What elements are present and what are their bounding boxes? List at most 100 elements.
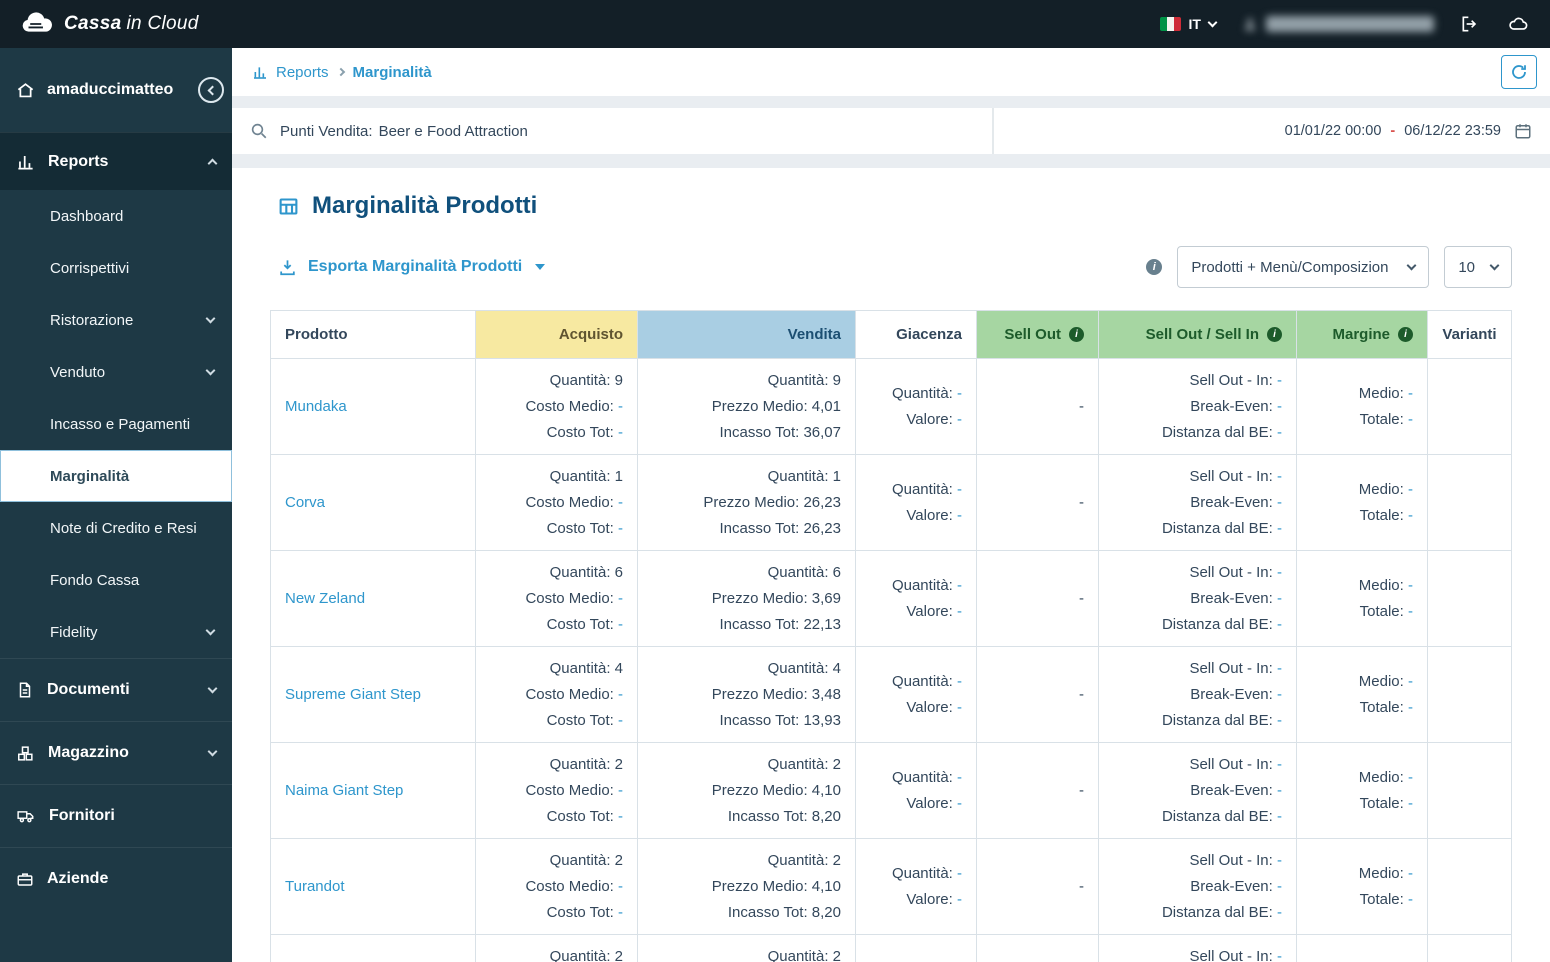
refresh-button[interactable] (1501, 55, 1537, 89)
bar-chart-icon (252, 64, 268, 80)
logout-icon[interactable] (1460, 14, 1480, 34)
grouping-select[interactable]: Prodotti + Menù/Composizion (1177, 246, 1429, 288)
table-row: CorvaQuantità: 1Costo Medio: -Costo Tot:… (271, 455, 1512, 551)
margine-cell: Medio: Totale: (1297, 935, 1428, 962)
info-icon[interactable]: i (1146, 259, 1162, 275)
sidebar-item-fidelity[interactable]: Fidelity (0, 606, 232, 658)
info-icon[interactable]: i (1267, 327, 1282, 342)
sellout-cell: - (977, 647, 1099, 743)
sidebar-item-reports[interactable]: Reports (0, 132, 232, 190)
col-header-giacenza[interactable]: Giacenza (856, 311, 977, 359)
product-link[interactable]: Naima Giant Step (285, 782, 403, 799)
sellout-sellin-cell: Sell Out - In: -Break-Even: -Distanza da… (1099, 839, 1297, 935)
col-header-sellout[interactable]: Sell Outi (977, 311, 1099, 359)
user-menu[interactable] (1242, 16, 1434, 32)
sidebar-item-marginalit[interactable]: Marginalità (0, 450, 232, 502)
table-row: New Zeland Quantità: 6Costo Medio: -Costo… (271, 551, 1512, 647)
chevron-down-icon (206, 625, 216, 635)
sellout-cell: - (977, 455, 1099, 551)
prodotto-cell: Supreme Giant Step (271, 647, 476, 743)
product-link[interactable]: Supreme Giant Step (285, 686, 421, 703)
chevron-down-icon (1208, 17, 1218, 27)
col-header-acquisto[interactable]: Acquisto (476, 311, 638, 359)
col-header-sellout-sellin[interactable]: Sell Out / Sell Ini (1099, 311, 1297, 359)
brand: Cassain Cloud (20, 12, 199, 36)
cloud-logo-icon (20, 12, 54, 36)
breadcrumb-reports-link[interactable]: Reports (252, 64, 329, 81)
table-body: MundakaQuantità: 9Costo Medio: -Costo To… (271, 359, 1512, 962)
product-link[interactable]: New Zeland (285, 590, 365, 607)
sidebar-item-ristorazione[interactable]: Ristorazione (0, 294, 232, 346)
chevron-down-icon (206, 365, 216, 375)
col-header-prodotto[interactable]: Prodotto (271, 311, 476, 359)
varianti-cell (1428, 935, 1512, 962)
language-code: IT (1189, 16, 1201, 32)
sidebar-item-note-di-credito-e-resi[interactable]: Note di Credito e Resi (0, 502, 232, 554)
breadcrumb-current[interactable]: Marginalità (353, 64, 432, 81)
sidebar-item-magazzino[interactable]: Magazzino (0, 721, 232, 784)
chevron-down-icon (208, 746, 218, 756)
info-icon[interactable]: i (1069, 327, 1084, 342)
language-selector[interactable]: IT (1160, 16, 1216, 32)
date-range-picker[interactable]: 01/01/22 00:00 - 06/12/22 23:59 (994, 108, 1550, 154)
caret-down-icon (535, 264, 545, 270)
acquisto-cell: Quantità: 4Costo Medio: -Costo Tot: - (476, 647, 638, 743)
reports-submenu: DashboardCorrispettiviRistorazioneVendut… (0, 190, 232, 658)
chevron-down-icon (1407, 260, 1417, 270)
sidebar-item-venduto[interactable]: Venduto (0, 346, 232, 398)
prodotto-cell: New Zeland (271, 551, 476, 647)
giacenza-cell: Quantità: Valore: (856, 935, 977, 962)
vendita-cell: Quantità: 1Prezzo Medio: 26,23Incasso To… (638, 455, 856, 551)
sellout-sellin-cell: Sell Out - In: -Break-Even: -Distanza da… (1099, 743, 1297, 839)
search-prefix: Punti Vendita: (280, 123, 373, 140)
page-size-select[interactable]: 10 (1444, 246, 1512, 288)
info-icon[interactable]: i (1398, 327, 1413, 342)
sidebar-item-fornitori[interactable]: Fornitori (0, 784, 232, 847)
margine-cell: Medio: -Totale: - (1297, 647, 1428, 743)
prodotto-cell: Mundaka (271, 359, 476, 455)
home-icon (16, 81, 35, 100)
table-row: Quantità: 2Costo Medio: Costo Tot: Quant… (271, 935, 1512, 962)
cloud-sync-icon[interactable] (1506, 14, 1530, 34)
col-header-vendita[interactable]: Vendita (638, 311, 856, 359)
sidebar-item-fondo-cassa[interactable]: Fondo Cassa (0, 554, 232, 606)
sidebar-item-documenti[interactable]: Documenti (0, 658, 232, 721)
product-link[interactable]: Mundaka (285, 398, 347, 415)
sellout-cell (977, 935, 1099, 962)
sellout-cell: - (977, 359, 1099, 455)
sidebar-item-incasso-e-pagamenti[interactable]: Incasso e Pagamenti (0, 398, 232, 450)
sidebar-bottom: DocumentiMagazzinoFornitoriAziende (0, 658, 232, 910)
margine-cell: Medio: -Totale: - (1297, 455, 1428, 551)
col-header-margine[interactable]: Marginei (1297, 311, 1428, 359)
account-row[interactable]: amaduccimatteo (0, 48, 232, 132)
giacenza-cell: Quantità: -Valore: - (856, 647, 977, 743)
sidebar-item-corrispettivi[interactable]: Corrispettivi (0, 242, 232, 294)
page-title: Marginalità Prodotti (270, 192, 1512, 220)
date-end: 06/12/22 23:59 (1404, 123, 1501, 139)
marginality-table: Prodotto Acquisto Vendita Giacenza Sell … (270, 310, 1512, 962)
sidebar-collapse-button[interactable] (198, 77, 224, 103)
sellout-sellin-cell: Sell Out - In: -Break-Even: -Distanza da… (1099, 551, 1297, 647)
varianti-cell (1428, 839, 1512, 935)
product-link[interactable]: Turandot (285, 878, 344, 895)
vendita-cell: Quantità: 4Prezzo Medio: 3,48Incasso Tot… (638, 647, 856, 743)
sidebar-item-aziende[interactable]: Aziende (0, 847, 232, 910)
product-link[interactable]: Corva (285, 494, 325, 511)
prodotto-cell (271, 935, 476, 962)
calendar-icon (1514, 122, 1532, 140)
giacenza-cell: Quantità: -Valore: - (856, 839, 977, 935)
col-header-varianti[interactable]: Varianti (1428, 311, 1512, 359)
sellout-cell: - (977, 551, 1099, 647)
giacenza-cell: Quantità: -Valore: - (856, 743, 977, 839)
vendita-cell: Quantità: 2Prezzo Medio: 4,10Incasso Tot… (638, 839, 856, 935)
table-grid-icon (278, 196, 299, 217)
search-input[interactable]: Punti Vendita: Beer e Food Attraction (232, 108, 994, 154)
breadcrumb-separator-icon (336, 68, 344, 76)
export-button[interactable]: Esporta Marginalità Prodotti (278, 258, 545, 277)
vendita-cell: Quantità: 9Prezzo Medio: 4,01Incasso Tot… (638, 359, 856, 455)
sidebar-item-dashboard[interactable]: Dashboard (0, 190, 232, 242)
acquisto-cell: Quantità: 6Costo Medio: -Costo Tot: - (476, 551, 638, 647)
document-icon (16, 681, 34, 699)
bar-chart-icon (16, 152, 35, 171)
sellout-sellin-cell: Sell Out - In: -Break-Even: Distanza dal… (1099, 935, 1297, 962)
